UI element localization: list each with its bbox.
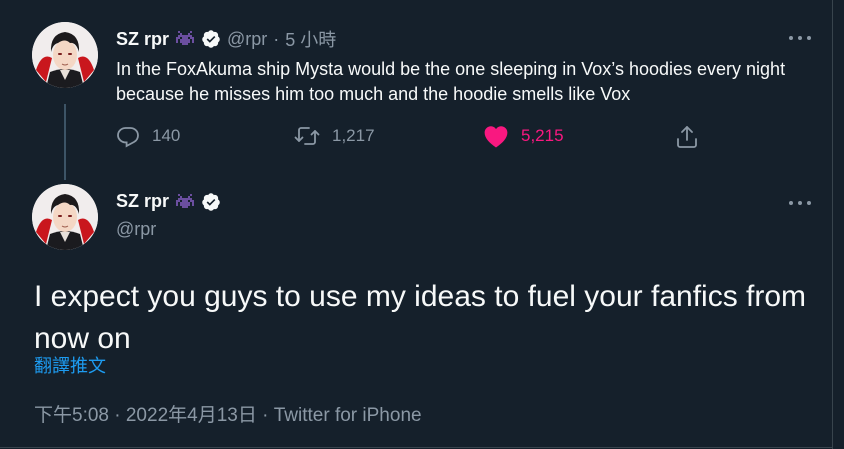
tweet-source[interactable]: Twitter for iPhone bbox=[274, 405, 422, 426]
display-name[interactable]: SZ rpr bbox=[116, 191, 169, 212]
space-invader-emoji-icon bbox=[174, 30, 196, 48]
like-button[interactable]: 5,215 bbox=[483, 124, 564, 148]
tweet-header: SZ rpr @rpr · 5 小時 bbox=[116, 26, 336, 52]
tweet-header: SZ rpr bbox=[116, 191, 221, 212]
heart-filled-icon bbox=[484, 126, 508, 148]
separator-dot: · bbox=[262, 405, 269, 426]
reply-button[interactable]: 140 bbox=[116, 124, 180, 148]
column-divider bbox=[832, 0, 833, 449]
handle[interactable]: @rpr bbox=[227, 29, 267, 50]
avatar[interactable] bbox=[32, 22, 98, 88]
tweet-text: In the FoxAkuma ship Mysta would be the … bbox=[116, 59, 786, 104]
like-count: 5,215 bbox=[521, 126, 564, 145]
tweet-thread-view: SZ rpr @rpr · 5 小時 In the FoxAkuma ship … bbox=[0, 0, 844, 449]
reply-icon bbox=[117, 127, 139, 148]
tweet-timestamp[interactable]: 下午5:08 · 2022年4月13日 bbox=[34, 405, 257, 426]
relative-time[interactable]: 5 小時 bbox=[285, 26, 336, 52]
verified-badge-icon bbox=[201, 29, 221, 49]
retweet-icon bbox=[294, 127, 320, 145]
share-icon bbox=[677, 126, 697, 148]
avatar-illustration bbox=[32, 22, 98, 88]
space-invader-emoji-icon bbox=[174, 193, 196, 211]
separator-dot: · bbox=[273, 28, 280, 49]
more-options-icon[interactable] bbox=[787, 28, 813, 48]
section-divider bbox=[0, 447, 832, 448]
tweet-text: I expect you guys to use my ideas to fue… bbox=[34, 280, 807, 355]
display-name[interactable]: SZ rpr bbox=[116, 29, 169, 50]
more-options-icon[interactable] bbox=[787, 193, 813, 213]
translate-tweet-link[interactable]: 翻譯推文 bbox=[34, 352, 106, 378]
retweet-button[interactable]: 1,217 bbox=[294, 124, 375, 148]
avatar[interactable] bbox=[32, 184, 98, 250]
verified-badge-icon bbox=[201, 192, 221, 212]
share-button[interactable] bbox=[675, 124, 699, 150]
reply-count: 140 bbox=[152, 126, 181, 145]
avatar-illustration bbox=[32, 184, 98, 250]
handle[interactable]: @rpr bbox=[116, 219, 156, 240]
thread-connector-line bbox=[64, 104, 66, 180]
tweet-meta: 下午5:08 · 2022年4月13日 · Twitter for iPhone bbox=[34, 400, 422, 427]
retweet-count: 1,217 bbox=[332, 126, 375, 145]
